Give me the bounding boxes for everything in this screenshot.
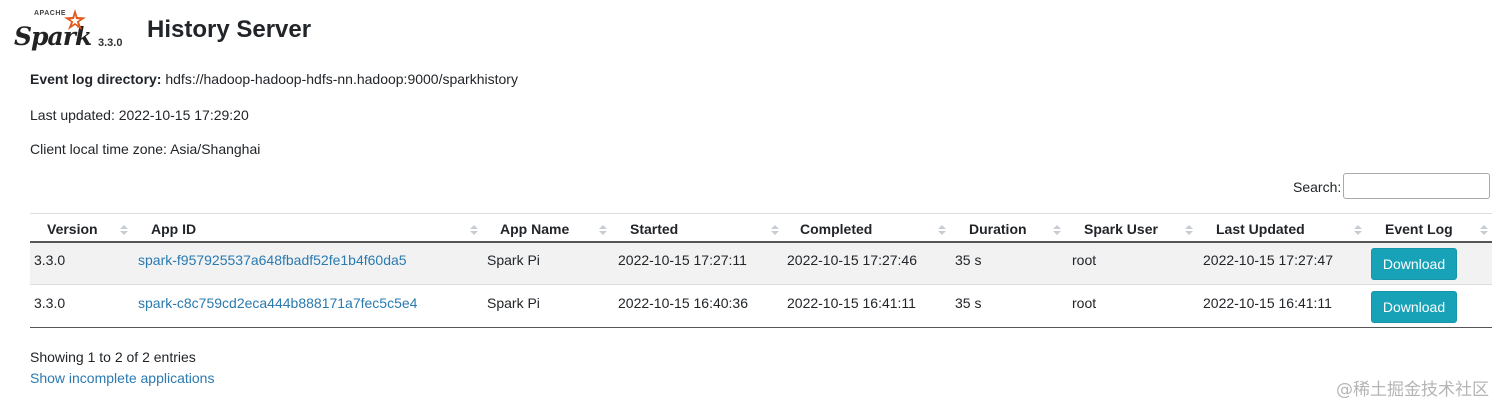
download-button[interactable]: Download — [1371, 248, 1457, 280]
event-log-label: Event log directory: — [30, 71, 162, 87]
app-id-link[interactable]: spark-c8c759cd2eca444b888171a7fec5c5e4 — [138, 295, 417, 311]
cell-app-name: Spark Pi — [487, 252, 540, 268]
column-header-event-log[interactable]: Event Log — [1385, 221, 1453, 237]
show-incomplete-link[interactable]: Show incomplete applications — [30, 370, 214, 386]
download-button[interactable]: Download — [1371, 291, 1457, 323]
cell-duration: 35 s — [955, 252, 982, 268]
last-updated: Last updated: 2022-10-15 17:29:20 — [30, 107, 249, 123]
table-row: 3.3.0 spark-f957925537a648fbadf52fe1b4f6… — [30, 243, 1492, 285]
cell-last-updated: 2022-10-15 16:41:11 — [1203, 295, 1332, 311]
sort-icon[interactable] — [771, 225, 779, 239]
cell-app-name: Spark Pi — [487, 295, 540, 311]
event-log-directory: Event log directory: hdfs://hadoop-hadoo… — [30, 71, 518, 87]
app-id-link[interactable]: spark-f957925537a648fbadf52fe1b4f60da5 — [138, 252, 407, 268]
spark-star-icon — [64, 9, 86, 30]
column-header-duration[interactable]: Duration — [969, 221, 1027, 237]
watermark: @稀土掘金技术社区 — [1336, 380, 1489, 400]
cell-version: 3.3.0 — [34, 252, 66, 268]
spark-logo[interactable]: APACHE Spark — [14, 8, 94, 52]
sort-icon[interactable] — [470, 225, 478, 239]
cell-version: 3.3.0 — [34, 295, 66, 311]
cell-completed: 2022-10-15 17:27:46 — [787, 252, 917, 268]
sort-icon[interactable] — [120, 225, 128, 239]
cell-started: 2022-10-15 16:40:36 — [618, 295, 748, 311]
event-log-value: hdfs://hadoop-hadoop-hdfs-nn.hadoop:9000… — [165, 71, 518, 87]
column-header-app-name[interactable]: App Name — [500, 221, 569, 237]
search-input[interactable] — [1343, 173, 1490, 199]
sort-icon[interactable] — [1354, 225, 1362, 239]
column-header-spark-user[interactable]: Spark User — [1084, 221, 1158, 237]
column-header-started[interactable]: Started — [630, 221, 678, 237]
column-header-version[interactable]: Version — [47, 221, 98, 237]
cell-spark-user: root — [1072, 295, 1097, 311]
client-timezone: Client local time zone: Asia/Shanghai — [30, 141, 261, 157]
sort-icon[interactable] — [938, 225, 946, 239]
cell-completed: 2022-10-15 16:41:11 — [787, 295, 916, 311]
column-header-completed[interactable]: Completed — [800, 221, 872, 237]
history-server-page: APACHE Spark 3.3.0 History Server Event … — [0, 0, 1512, 410]
column-header-app-id[interactable]: App ID — [151, 221, 196, 237]
spark-version: 3.3.0 — [98, 37, 123, 49]
sort-icon[interactable] — [599, 225, 607, 239]
entries-info: Showing 1 to 2 of 2 entries — [30, 349, 196, 365]
cell-last-updated: 2022-10-15 17:27:47 — [1203, 252, 1333, 268]
sort-icon[interactable] — [1053, 225, 1061, 239]
sort-icon[interactable] — [1480, 225, 1488, 239]
sort-icon[interactable] — [1185, 225, 1193, 239]
page-title: History Server — [147, 16, 312, 43]
cell-spark-user: root — [1072, 252, 1097, 268]
search-label: Search: — [1293, 179, 1342, 195]
cell-duration: 35 s — [955, 295, 982, 311]
cell-started: 2022-10-15 17:27:11 — [618, 252, 747, 268]
table-row: 3.3.0 spark-c8c759cd2eca444b888171a7fec5… — [30, 286, 1492, 328]
column-header-last-updated[interactable]: Last Updated — [1216, 221, 1305, 237]
table-header: Version App ID App Name Started Complete… — [30, 213, 1492, 243]
